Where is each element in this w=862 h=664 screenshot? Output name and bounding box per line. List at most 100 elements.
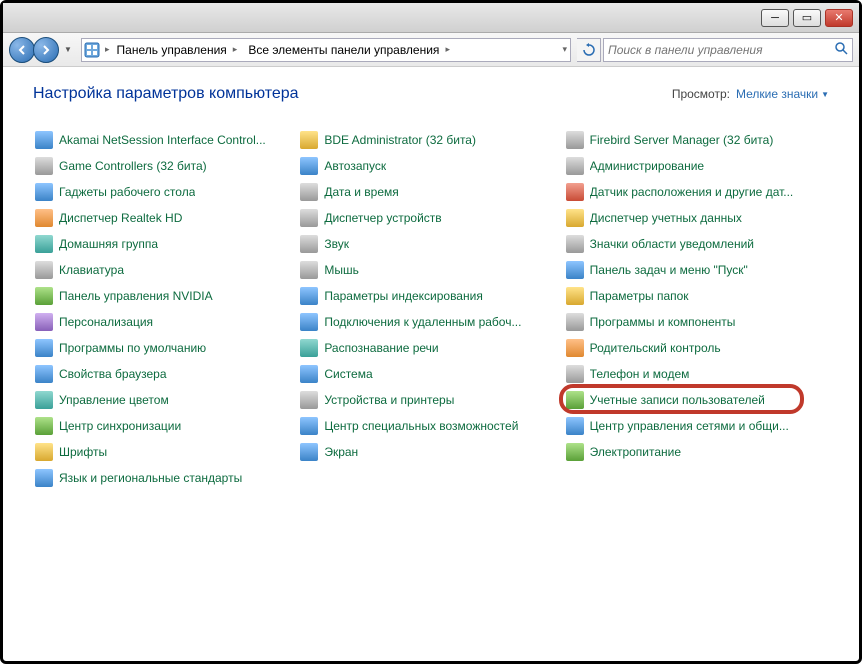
control-panel-item[interactable]: Game Controllers (32 бита) — [33, 153, 298, 179]
item-icon — [566, 391, 584, 409]
item-icon — [35, 235, 53, 253]
item-icon — [566, 209, 584, 227]
chevron-down-icon: ▼ — [821, 90, 829, 99]
item-label: Центр специальных возможностей — [324, 419, 518, 433]
item-label: Датчик расположения и другие дат... — [590, 185, 794, 199]
view-label: Просмотр: — [672, 87, 730, 101]
item-label: Автозапуск — [324, 159, 386, 173]
nav-history-dropdown[interactable]: ▼ — [61, 40, 75, 60]
control-panel-item[interactable]: Родительский контроль — [564, 335, 829, 361]
item-icon — [35, 261, 53, 279]
control-panel-item[interactable]: Язык и региональные стандарты — [33, 465, 298, 491]
control-panel-item[interactable]: Гаджеты рабочего стола — [33, 179, 298, 205]
item-icon — [566, 313, 584, 331]
maximize-button[interactable]: ▭ — [793, 9, 821, 27]
item-icon — [35, 157, 53, 175]
view-mode-dropdown[interactable]: Мелкие значки ▼ — [736, 87, 829, 101]
control-panel-item[interactable]: Akamai NetSession Interface Control... — [33, 127, 298, 153]
item-label: Язык и региональные стандарты — [59, 471, 242, 485]
item-icon — [300, 391, 318, 409]
control-panel-item[interactable]: Дата и время — [298, 179, 563, 205]
item-icon — [35, 391, 53, 409]
item-label: BDE Administrator (32 бита) — [324, 133, 476, 147]
control-panel-item[interactable]: Домашняя группа — [33, 231, 298, 257]
item-label: Диспетчер Realtek HD — [59, 211, 182, 225]
item-icon — [300, 157, 318, 175]
control-panel-item[interactable]: Диспетчер Realtek HD — [33, 205, 298, 231]
control-panel-item[interactable]: BDE Administrator (32 бита) — [298, 127, 563, 153]
arrow-right-icon — [40, 44, 52, 56]
control-panel-item[interactable]: Автозапуск — [298, 153, 563, 179]
item-icon — [35, 313, 53, 331]
item-icon — [300, 235, 318, 253]
chevron-right-icon: ▸ — [442, 44, 453, 55]
control-panel-item[interactable]: Панель управления NVIDIA — [33, 283, 298, 309]
close-button[interactable]: ✕ — [825, 9, 853, 27]
navigation-bar: ▼ ▸ Панель управления ▸ Все элементы пан… — [3, 33, 859, 67]
item-icon — [300, 287, 318, 305]
control-panel-item[interactable]: Программы и компоненты — [564, 309, 829, 335]
control-panel-item[interactable]: Параметры папок — [564, 283, 829, 309]
item-icon — [35, 365, 53, 383]
item-icon — [35, 131, 53, 149]
control-panel-item[interactable]: Центр специальных возможностей — [298, 413, 563, 439]
refresh-icon — [582, 43, 596, 57]
control-panel-item[interactable]: Электропитание — [564, 439, 829, 465]
control-panel-item[interactable]: Учетные записи пользователей — [564, 387, 829, 413]
forward-button[interactable] — [33, 37, 59, 63]
breadcrumb-seg-1[interactable]: Панель управления ▸ — [113, 43, 245, 57]
control-panel-item[interactable]: Шрифты — [33, 439, 298, 465]
control-panel-item[interactable]: Панель задач и меню "Пуск" — [564, 257, 829, 283]
search-box[interactable] — [603, 38, 853, 62]
control-panel-item[interactable]: Датчик расположения и другие дат... — [564, 179, 829, 205]
search-icon[interactable] — [834, 41, 848, 58]
item-label: Управление цветом — [59, 393, 169, 407]
control-panel-item[interactable]: Телефон и модем — [564, 361, 829, 387]
page-title: Настройка параметров компьютера — [33, 85, 299, 103]
control-panel-item[interactable]: Администрирование — [564, 153, 829, 179]
search-input[interactable] — [608, 43, 834, 57]
chevron-down-icon[interactable]: ▾ — [559, 44, 570, 55]
control-panel-item[interactable]: Мышь — [298, 257, 563, 283]
control-panel-item[interactable]: Персонализация — [33, 309, 298, 335]
control-panel-item[interactable]: Программы по умолчанию — [33, 335, 298, 361]
control-panel-item[interactable]: Управление цветом — [33, 387, 298, 413]
item-icon — [566, 157, 584, 175]
control-panel-item[interactable]: Центр синхронизации — [33, 413, 298, 439]
item-label: Шрифты — [59, 445, 107, 459]
address-bar[interactable]: ▸ Панель управления ▸ Все элементы панел… — [81, 38, 571, 62]
back-button[interactable] — [9, 37, 35, 63]
control-panel-item[interactable]: Значки области уведомлений — [564, 231, 829, 257]
control-panel-item[interactable]: Распознавание речи — [298, 335, 563, 361]
item-label: Электропитание — [590, 445, 681, 459]
item-icon — [566, 131, 584, 149]
control-panel-item[interactable]: Подключения к удаленным рабоч... — [298, 309, 563, 335]
item-icon — [300, 313, 318, 331]
control-panel-item[interactable]: Параметры индексирования — [298, 283, 563, 309]
control-panel-item[interactable]: Звук — [298, 231, 563, 257]
arrow-left-icon — [16, 44, 28, 56]
control-panel-item[interactable]: Firebird Server Manager (32 бита) — [564, 127, 829, 153]
control-panel-item[interactable]: Клавиатура — [33, 257, 298, 283]
item-label: Game Controllers (32 бита) — [59, 159, 207, 173]
control-panel-item[interactable]: Экран — [298, 439, 563, 465]
breadcrumb-seg-2[interactable]: Все элементы панели управления ▸ — [244, 43, 457, 57]
control-panel-item[interactable]: Диспетчер устройств — [298, 205, 563, 231]
control-panel-item[interactable]: Система — [298, 361, 563, 387]
control-panel-icon — [82, 40, 102, 60]
item-label: Значки области уведомлений — [590, 237, 754, 251]
control-panel-item[interactable]: Свойства браузера — [33, 361, 298, 387]
control-panel-item[interactable]: Диспетчер учетных данных — [564, 205, 829, 231]
control-panel-item[interactable]: Устройства и принтеры — [298, 387, 563, 413]
minimize-button[interactable]: ─ — [761, 9, 789, 27]
item-label: Параметры папок — [590, 289, 689, 303]
item-icon — [35, 339, 53, 357]
item-label: Параметры индексирования — [324, 289, 482, 303]
item-label: Гаджеты рабочего стола — [59, 185, 195, 199]
item-icon — [300, 183, 318, 201]
refresh-button[interactable] — [577, 38, 601, 62]
item-icon — [300, 417, 318, 435]
item-label: Панель задач и меню "Пуск" — [590, 263, 748, 277]
item-label: Телефон и модем — [590, 367, 690, 381]
control-panel-item[interactable]: Центр управления сетями и общи... — [564, 413, 829, 439]
